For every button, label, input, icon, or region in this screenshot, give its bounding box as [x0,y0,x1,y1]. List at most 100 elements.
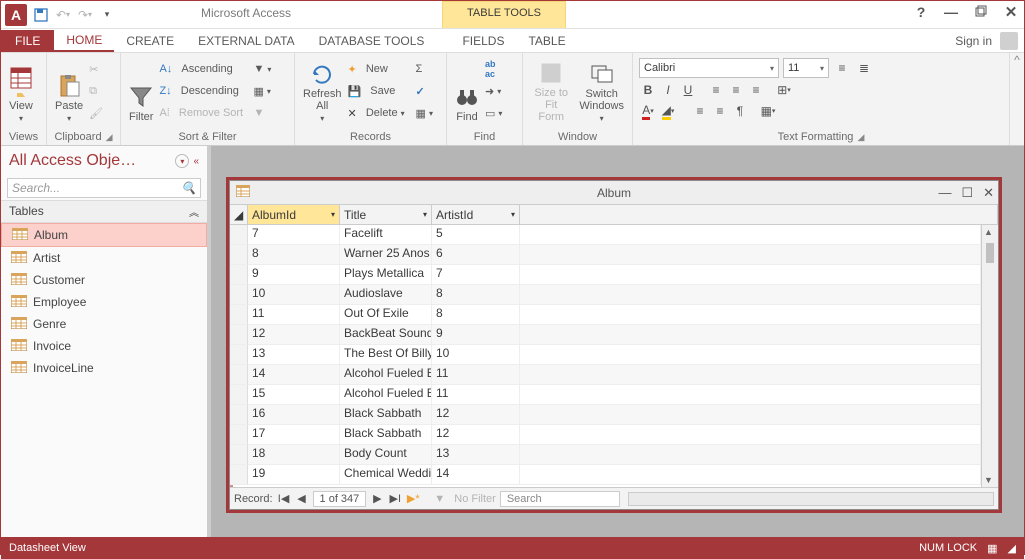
tab-fields[interactable]: FIELDS [450,30,516,52]
goto-icon[interactable]: ➜▾ [485,81,502,101]
align-right-icon[interactable]: ≡ [747,81,765,99]
cell-blank[interactable] [520,225,981,245]
scroll-up-icon[interactable]: ▲ [984,227,993,237]
collapse-ribbon-icon[interactable]: ^ [1010,53,1024,145]
cell-title[interactable]: The Best Of Billy Cobham [340,345,432,365]
view-button[interactable]: View ▾ [7,55,35,127]
cell-title[interactable]: Facelift [340,225,432,245]
more-records-icon[interactable]: ▦▾ [416,103,433,123]
cell-title[interactable]: BackBeat Soundtrack [340,325,432,345]
cell-albumid[interactable]: 17 [248,425,340,445]
avatar-icon[interactable] [1000,32,1018,50]
row-selector[interactable] [230,225,248,245]
cell-albumid[interactable]: 9 [248,265,340,285]
cell-artistid[interactable]: 10 [432,345,520,365]
cell-title[interactable]: Alcohol Fueled Brewtality [340,365,432,385]
table-row[interactable]: 14Alcohol Fueled Brewtality11 [230,365,981,385]
underline-icon[interactable]: U [679,81,697,99]
font-color-icon[interactable]: A▾ [639,102,657,120]
nav-collapse-icon[interactable]: « [193,156,199,167]
cell-title[interactable]: Alcohol Fueled Brewtality [340,385,432,405]
nav-item-artist[interactable]: Artist [1,247,207,269]
first-record-icon[interactable]: I◀ [277,492,291,505]
scroll-down-icon[interactable]: ▼ [984,475,993,485]
row-selector[interactable] [230,405,248,425]
col-header-title[interactable]: Title▾ [340,205,432,225]
replace-icon[interactable]: abac [485,59,502,79]
copy-icon[interactable]: ⧉ [89,81,103,101]
cell-artistid[interactable]: 8 [432,285,520,305]
cell-albumid[interactable]: 13 [248,345,340,365]
qat-customize-icon[interactable]: ▾ [99,7,115,23]
gridlines-icon[interactable]: ⊞▾ [775,81,793,99]
nav-item-invoiceline[interactable]: InvoiceLine [1,357,207,379]
cell-artistid[interactable]: 7 [432,265,520,285]
cell-blank[interactable] [520,285,981,305]
nav-item-customer[interactable]: Customer [1,269,207,291]
nav-title[interactable]: All Access Obje… [9,152,136,170]
col-header-artistid[interactable]: ArtistId▾ [432,205,520,225]
cell-artistid[interactable]: 11 [432,385,520,405]
cell-blank[interactable] [520,425,981,445]
cell-artistid[interactable]: 8 [432,305,520,325]
size-to-fit-button[interactable]: Size to Fit Form [529,55,573,127]
row-selector[interactable] [230,305,248,325]
nav-dropdown-icon[interactable]: ▾ [175,154,189,168]
remove-sort-button[interactable]: A⁞ Remove Sort [159,103,249,123]
fmt-launcher-icon[interactable]: ◢ [857,132,864,143]
row-selector[interactable] [230,445,248,465]
cut-icon[interactable]: ✂ [89,59,103,79]
select-all-cell[interactable]: ◢ [230,205,248,225]
cell-blank[interactable] [520,405,981,425]
restore-icon[interactable] [972,4,990,20]
table-row[interactable]: 16Black Sabbath12 [230,405,981,425]
table-row[interactable]: 18Body Count13 [230,445,981,465]
nav-item-employee[interactable]: Employee [1,291,207,313]
tab-file[interactable]: FILE [1,30,54,52]
cell-artistid[interactable]: 6 [432,245,520,265]
selection-filter-icon[interactable]: ▼▾ [253,59,271,79]
mdi-close-icon[interactable]: ✕ [983,185,994,201]
view-datasheet-icon[interactable]: ▦ [987,542,997,555]
cell-title[interactable]: Black Sabbath [340,425,432,445]
cell-blank[interactable] [520,465,981,485]
cell-title[interactable]: Chemical Wedding [340,465,432,485]
switch-windows-button[interactable]: Switch Windows ▾ [577,55,626,127]
mdi-minimize-icon[interactable]: — [938,185,951,201]
row-selector[interactable] [230,285,248,305]
sort-desc-button[interactable]: Z↓ Descending [159,81,249,101]
cell-artistid[interactable]: 5 [432,225,520,245]
new-record-button[interactable]: ✦ New [348,59,412,79]
record-search-input[interactable]: Search [500,491,620,507]
table-row[interactable]: 10Audioslave8 [230,285,981,305]
refresh-button[interactable]: Refresh All ▾ [301,55,344,127]
sign-in-link[interactable]: Sign in [955,34,992,48]
cell-blank[interactable] [520,365,981,385]
alt-row-color-icon[interactable]: ▦▾ [759,102,777,120]
cell-artistid[interactable]: 9 [432,325,520,345]
cell-blank[interactable] [520,385,981,405]
row-selector[interactable] [230,245,248,265]
table-row[interactable]: 17Black Sabbath12 [230,425,981,445]
cell-albumid[interactable]: 8 [248,245,340,265]
cell-albumid[interactable]: 12 [248,325,340,345]
cell-title[interactable]: Warner 25 Anos [340,245,432,265]
bullets-icon[interactable]: ≡ [833,59,851,77]
next-record-icon[interactable]: ▶ [370,492,384,505]
align-left-icon[interactable]: ≡ [707,81,725,99]
toggle-filter-icon[interactable]: ▼ [253,103,271,123]
redo-icon[interactable]: ↷▾ [77,7,93,23]
table-row[interactable]: 11Out Of Exile8 [230,305,981,325]
numbering-icon[interactable]: ≣ [855,59,873,77]
cell-blank[interactable] [520,345,981,365]
col-header-albumid[interactable]: AlbumId▾ [248,205,340,225]
last-record-icon[interactable]: ▶I [388,492,402,505]
nav-item-album[interactable]: Album [1,223,207,247]
tab-create[interactable]: CREATE [114,30,186,52]
row-selector[interactable] [230,365,248,385]
cell-artistid[interactable]: 12 [432,405,520,425]
font-size-input[interactable]: 11▾ [783,58,829,78]
row-selector[interactable] [230,345,248,365]
vertical-scrollbar[interactable]: ▲ ▼ [981,225,998,487]
cell-artistid[interactable]: 11 [432,365,520,385]
